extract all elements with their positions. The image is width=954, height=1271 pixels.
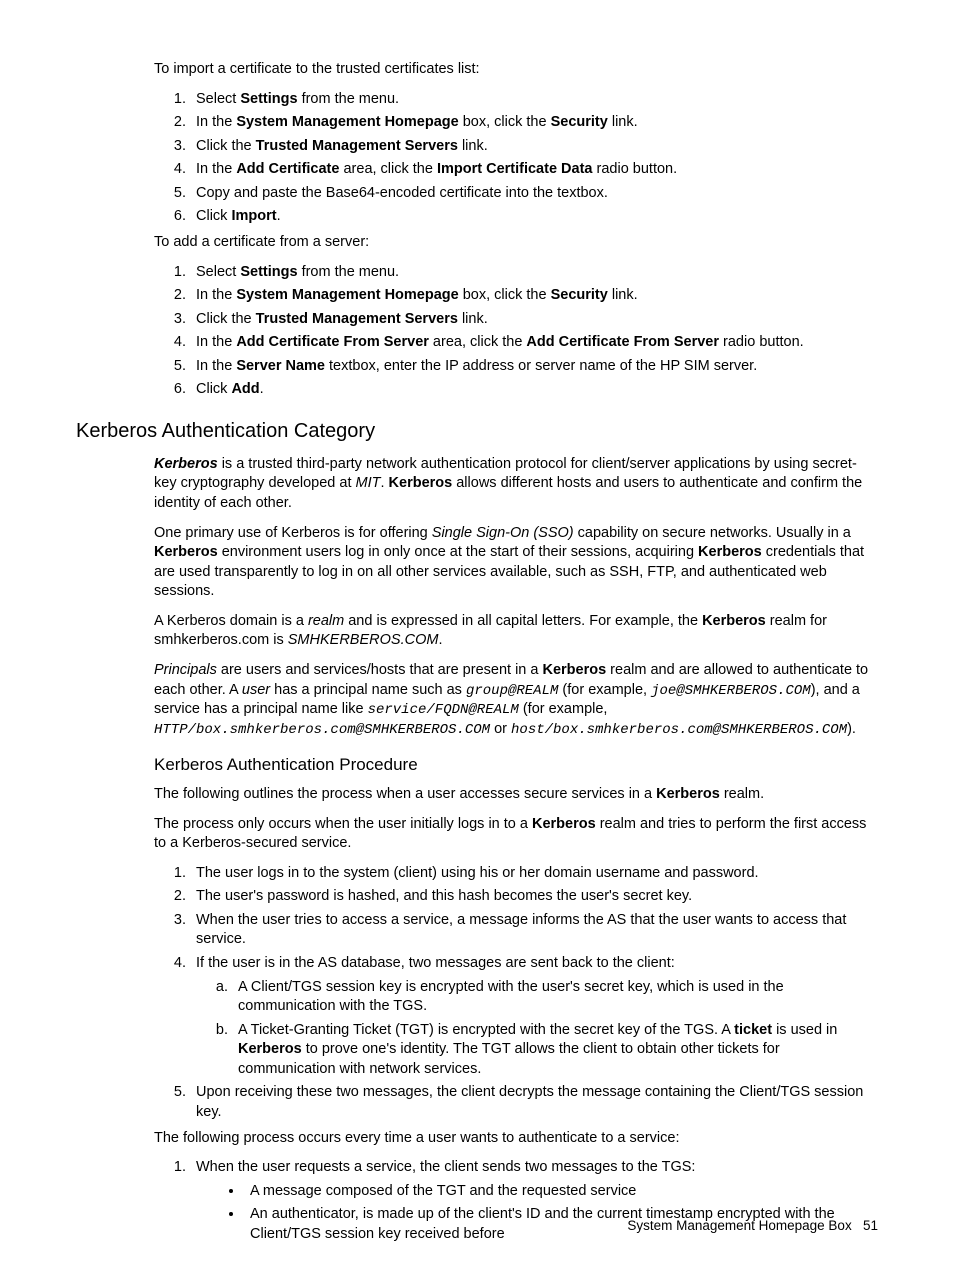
list-item: If the user is in the AS database, two m… — [190, 954, 878, 1079]
paragraph: The process only occurs when the user in… — [154, 815, 878, 854]
paragraph: The following outlines the process when … — [154, 785, 878, 805]
paragraph: Principals are users and services/hosts … — [154, 661, 878, 740]
list-item: Copy and paste the Base64-encoded certif… — [190, 184, 878, 204]
list-item: In the Add Certificate area, click the I… — [190, 160, 878, 180]
paragraph: The following process occurs every time … — [154, 1129, 878, 1149]
list-item: Click Add. — [190, 380, 878, 400]
list-item: Click Import. — [190, 207, 878, 227]
document-page: To import a certificate to the trusted c… — [0, 0, 954, 1271]
add-cert-server-steps: Select Settings from the menu. In the Sy… — [154, 263, 878, 400]
kerberos-category-content: Kerberos is a trusted third-party networ… — [154, 455, 878, 1244]
list-item: The user logs in to the system (client) … — [190, 864, 878, 884]
list-item: In the System Management Homepage box, c… — [190, 113, 878, 133]
list-item: When the user tries to access a service,… — [190, 911, 878, 950]
heading-kerberos-category: Kerberos Authentication Category — [76, 418, 878, 445]
list-item: Select Settings from the menu. — [190, 90, 878, 110]
list-item: A message composed of the TGT and the re… — [244, 1182, 878, 1202]
intro-text: To import a certificate to the trusted c… — [154, 60, 878, 80]
list-item: A Client/TGS session key is encrypted wi… — [232, 978, 878, 1017]
list-item: Upon receiving these two messages, the c… — [190, 1083, 878, 1122]
list-item: A Ticket-Granting Ticket (TGT) is encryp… — [232, 1021, 878, 1080]
paragraph: Kerberos is a trusted third-party networ… — [154, 455, 878, 514]
list-item: In the Add Certificate From Server area,… — [190, 333, 878, 353]
sub-steps: A Client/TGS session key is encrypted wi… — [196, 978, 878, 1080]
paragraph: One primary use of Kerberos is for offer… — [154, 524, 878, 602]
import-cert-steps: Select Settings from the menu. In the Sy… — [154, 90, 878, 227]
page-number: 51 — [863, 1218, 878, 1233]
heading-kerberos-procedure: Kerberos Authentication Procedure — [154, 754, 878, 777]
list-item: The user's password is hashed, and this … — [190, 887, 878, 907]
intro-text: To add a certificate from a server: — [154, 233, 878, 253]
paragraph: A Kerberos domain is a realm and is expr… — [154, 612, 878, 651]
list-item: Click the Trusted Management Servers lin… — [190, 137, 878, 157]
list-item: In the Server Name textbox, enter the IP… — [190, 357, 878, 377]
kerberos-first-access-steps: The user logs in to the system (client) … — [154, 864, 878, 1123]
page-footer: System Management Homepage Box 51 — [627, 1217, 878, 1235]
list-item: In the System Management Homepage box, c… — [190, 286, 878, 306]
footer-text: System Management Homepage Box — [627, 1218, 851, 1233]
list-item: Select Settings from the menu. — [190, 263, 878, 283]
list-item: Click the Trusted Management Servers lin… — [190, 310, 878, 330]
content-block: To import a certificate to the trusted c… — [154, 60, 878, 400]
